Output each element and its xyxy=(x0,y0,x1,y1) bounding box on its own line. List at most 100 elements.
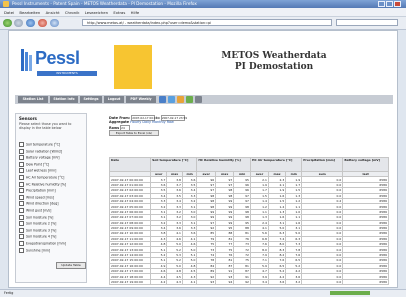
forward-icon[interactable] xyxy=(14,19,23,27)
home-icon[interactable] xyxy=(50,19,59,27)
search-input[interactable] xyxy=(336,19,398,26)
table-cell: 3.2 xyxy=(285,278,303,286)
sensor-checkbox-item[interactable]: Evapotranspiration [mm] xyxy=(19,241,66,246)
menu-item-file[interactable]: Datei xyxy=(4,10,14,15)
menu-bar: Datei Bearbeiten Ansicht Chronik Lesezei… xyxy=(0,8,406,17)
nav-tabs: Station List Station Info Settings Logou… xyxy=(15,95,393,104)
sensor-label: HC Relative humidity [%] xyxy=(26,182,67,187)
sensor-checkbox-item[interactable]: Sunshine [min] xyxy=(19,247,50,253)
column-header[interactable]: Date xyxy=(108,157,152,172)
checkbox-icon[interactable] xyxy=(19,142,24,147)
export-excel-button[interactable]: Export Table to Excel (xls) xyxy=(109,130,159,136)
menu-item-help[interactable]: Hilfe xyxy=(131,10,140,15)
checkbox-icon[interactable] xyxy=(19,214,24,220)
maximize-button[interactable] xyxy=(386,1,393,7)
menu-item-bookmarks[interactable]: Lesezeichen xyxy=(85,10,108,15)
menu-item-tools[interactable]: Extras xyxy=(113,10,125,15)
checkbox-icon[interactable] xyxy=(19,247,24,253)
sensor-label: Precipitation [mm] xyxy=(26,188,56,193)
checkbox-icon[interactable] xyxy=(19,194,24,200)
tab-station-info[interactable]: Station Info xyxy=(50,96,78,103)
sensor-label: Soil temperature [°C] xyxy=(26,142,61,147)
stop-icon[interactable] xyxy=(38,19,47,27)
sensor-panel-heading: Sensors xyxy=(19,116,37,121)
back-icon[interactable] xyxy=(3,19,12,27)
sensor-label: Battery voltage [mV] xyxy=(26,155,60,160)
sensor-checkbox-item[interactable]: Solar radiation [W/m2] xyxy=(19,148,62,154)
column-header[interactable]: Soil temperature [°C] xyxy=(150,157,198,172)
reload-icon[interactable] xyxy=(26,19,35,27)
sensor-checkbox-item[interactable]: Leaf wetness [min] xyxy=(19,168,56,174)
sensor-checkbox-item[interactable]: Wind gust [m/s] xyxy=(19,208,51,213)
window-titlebar: Pessl Instruments - Patent Spain - METOS… xyxy=(0,0,406,8)
wind-rose-icon[interactable] xyxy=(177,96,184,103)
menu-item-history[interactable]: Chronik xyxy=(65,10,80,15)
sensor-checkbox-item[interactable]: Soil moisture 2 [%] xyxy=(19,221,56,227)
column-header[interactable]: HC Relative humidity [%] xyxy=(196,157,251,172)
sensor-checkbox-item[interactable]: Wind speed [m/s] xyxy=(19,194,54,200)
checkbox-icon[interactable] xyxy=(19,201,24,207)
checkbox-icon[interactable] xyxy=(19,208,24,213)
close-button[interactable] xyxy=(394,1,401,7)
tab-pdf-weekly[interactable]: PDF Weekly xyxy=(126,96,156,103)
table-cell: 0.0 xyxy=(301,278,344,286)
graph-icon[interactable] xyxy=(186,96,193,103)
checkbox-icon[interactable] xyxy=(19,227,24,233)
address-bar[interactable]: http://www.metos.at/ - weatherdata/index… xyxy=(82,19,332,26)
sensor-checkbox-item[interactable]: Battery voltage [mV] xyxy=(19,155,60,161)
checkbox-icon[interactable] xyxy=(19,181,24,187)
table-view-icon[interactable] xyxy=(159,96,166,103)
map-icon[interactable] xyxy=(195,96,202,103)
checkbox-icon[interactable] xyxy=(19,155,24,161)
minimize-button[interactable] xyxy=(378,1,385,7)
sensor-label: Dew Point [°C] xyxy=(26,162,50,167)
chart-view-icon[interactable] xyxy=(168,96,175,103)
checkbox-icon[interactable] xyxy=(19,188,24,194)
sensor-label: HC Air temperature [°C] xyxy=(26,175,65,180)
web-page: Pessl INSTRUMENTS METOS Weatherdata PI D… xyxy=(8,30,398,288)
menu-item-edit[interactable]: Bearbeiten xyxy=(19,10,40,15)
checkbox-icon[interactable] xyxy=(19,148,24,154)
checkbox-icon[interactable] xyxy=(19,234,24,240)
status-text: Fertig xyxy=(4,291,14,295)
table-cell: 4.1 xyxy=(181,278,198,286)
column-header[interactable]: Precipitation [mm] xyxy=(301,157,344,172)
checkbox-icon[interactable] xyxy=(19,221,24,227)
checkbox-icon[interactable] xyxy=(19,168,24,174)
sensor-checkbox-item[interactable]: Soil moisture 3 [%] xyxy=(19,227,56,233)
table-cell: 2007-02-17 19:00:00 xyxy=(108,278,152,286)
aggregate-daily[interactable]: Daily xyxy=(142,120,151,124)
sensor-checkbox-item[interactable]: Wind direction [deg] xyxy=(19,201,59,207)
aggregate-raw[interactable]: Raw xyxy=(167,120,174,124)
checkbox-icon[interactable] xyxy=(19,175,24,180)
sensor-checkbox-item[interactable]: Soil moisture 4 [%] xyxy=(19,234,57,240)
table-row: 2007-02-17 19:00:00 4.2 4.3 4.1 93 94 92 3.4 3.6… xyxy=(108,278,389,286)
sensor-label: Wind speed [m/s] xyxy=(26,195,54,200)
table-cell: 4.2 xyxy=(150,278,168,286)
filter-form: Date From: 2007-02-17 00:00 to 2007-02-1… xyxy=(109,115,309,136)
update-table-button[interactable]: Update Table xyxy=(56,262,86,269)
sensor-label: Wind direction [deg] xyxy=(26,201,59,206)
aggregate-monthly[interactable]: Monthly xyxy=(152,120,166,124)
sensor-checkbox-item[interactable]: Soil moisture [%] xyxy=(19,214,53,220)
sensor-label: Soil moisture 4 [%] xyxy=(26,234,57,239)
column-header[interactable]: Battery voltage [mV] xyxy=(342,157,389,172)
sensor-checkbox-item[interactable]: Precipitation [mm] xyxy=(19,188,56,194)
sensor-checkbox-item[interactable]: Soil temperature [°C] xyxy=(19,142,60,147)
sensor-checkbox-item[interactable]: HC Relative humidity [%] xyxy=(19,181,67,187)
sensor-panel: Sensors Please select those you want to … xyxy=(15,113,87,283)
weather-data-table: Date Soil temperature [°C] HC Relative hum… xyxy=(108,157,389,286)
navigation-toolbar: http://www.metos.at/ - weatherdata/index… xyxy=(0,17,406,30)
tab-station-list[interactable]: Station List xyxy=(18,96,48,103)
menu-item-view[interactable]: Ansicht xyxy=(46,10,60,15)
sensor-checkbox-item[interactable]: Dew Point [°C] xyxy=(19,161,50,167)
checkbox-icon[interactable] xyxy=(19,241,24,246)
pessl-logo-icon xyxy=(21,49,32,71)
checkbox-icon[interactable] xyxy=(19,161,24,167)
tab-settings[interactable]: Settings xyxy=(80,96,102,103)
tab-logout[interactable]: Logout xyxy=(104,96,124,103)
header-accent xyxy=(114,45,152,89)
aggregate-hourly[interactable]: Hourly xyxy=(130,120,141,124)
sensor-checkbox-item[interactable]: HC Air temperature [°C] xyxy=(19,175,64,180)
column-header[interactable]: HC Air temperature [°C] xyxy=(249,157,303,172)
